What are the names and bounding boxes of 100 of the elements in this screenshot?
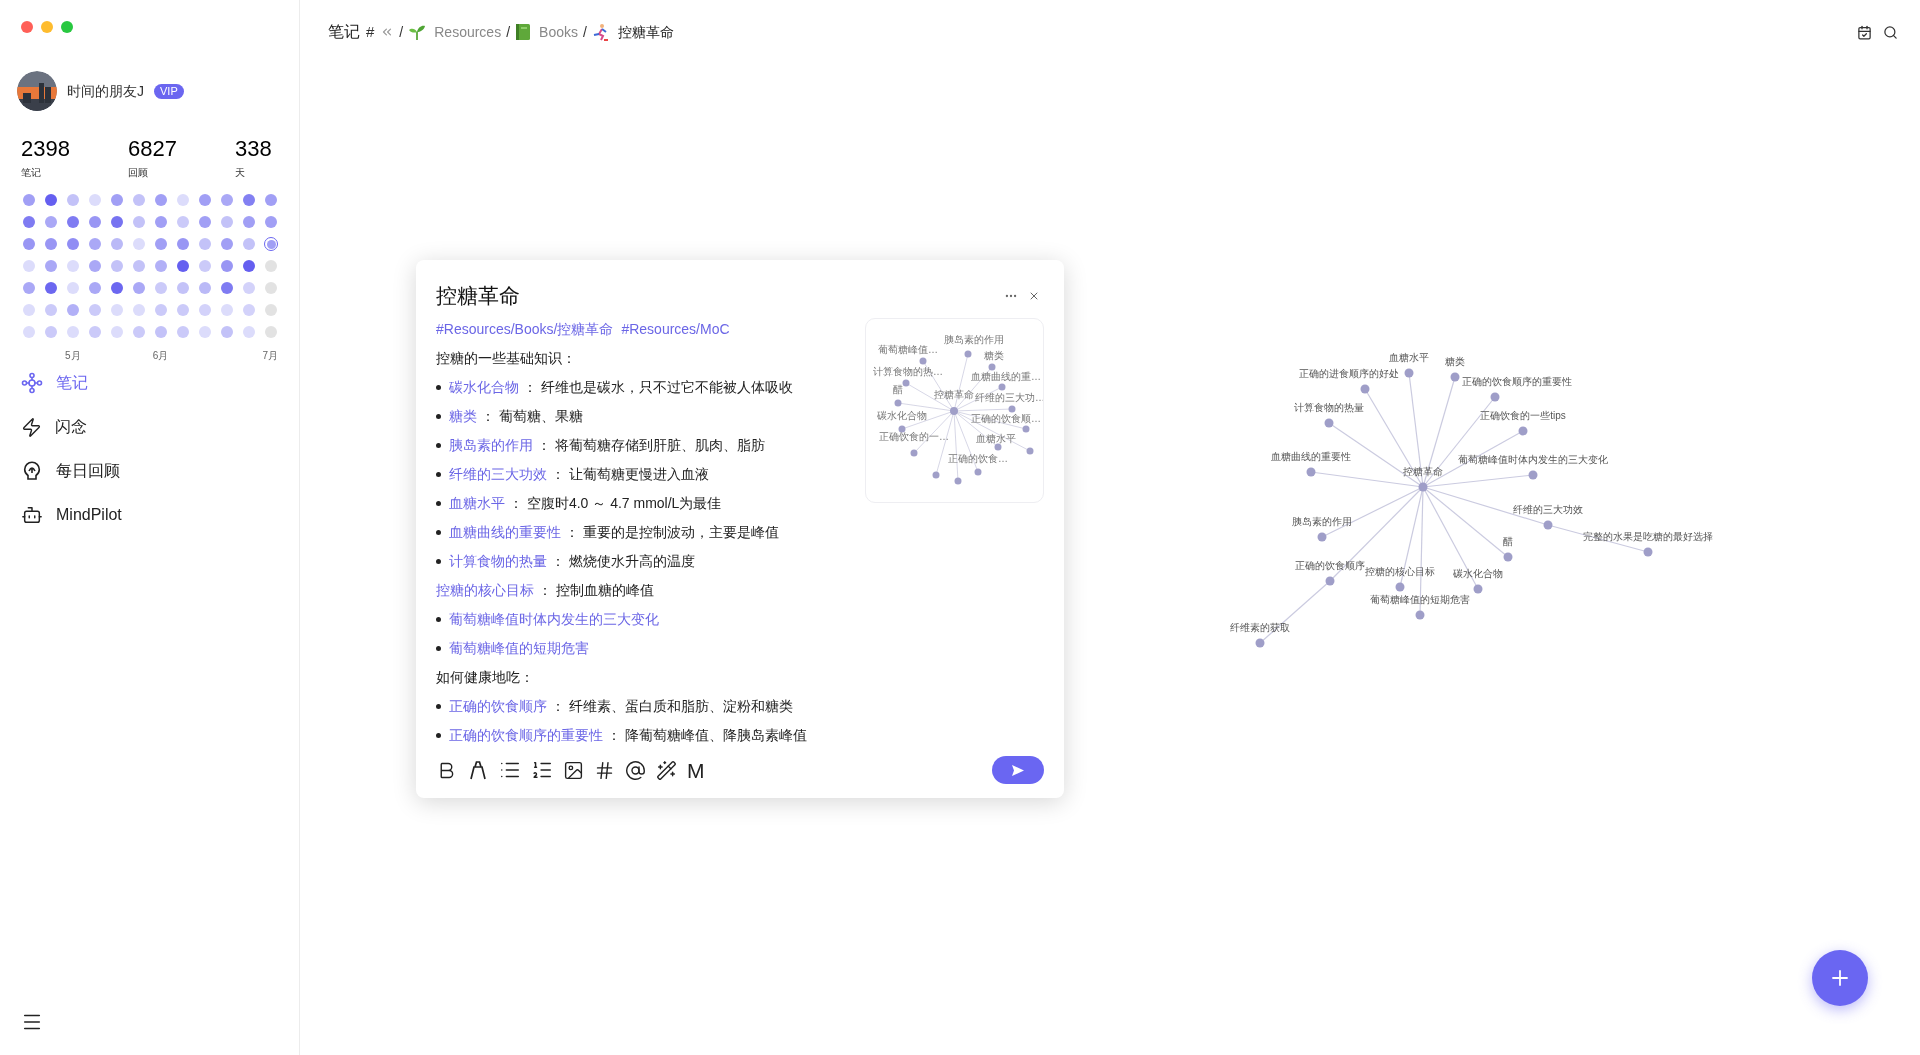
note-link[interactable]: 计算食物的热量 [449, 550, 547, 572]
graph-preview[interactable]: 胰岛素的作用 葡萄糖峰值… 糖类 计算食物的热… 血糖曲线的重… 醋 控糖革命纤维的三大功… 碳水化合物 正确的饮食顺… 正确饮食的一… 血糖水平 正确的饮食… [865, 317, 1044, 503]
note-link[interactable]: 正确的饮食顺序的重要性 [449, 724, 603, 746]
hash-icon[interactable] [594, 759, 615, 781]
note-link[interactable]: 糖类 [449, 405, 477, 427]
nav-item[interactable]: MindPilot [21, 503, 278, 527]
add-button[interactable] [1812, 950, 1868, 1006]
node-label: 完整的水果是吃糖的最好选择 [1583, 531, 1713, 542]
avatar[interactable] [17, 71, 57, 111]
graph-node[interactable] [1490, 392, 1500, 402]
graph-node[interactable] [1543, 520, 1553, 530]
note-text: ： 将葡萄糖存储到肝脏、肌肉、脂肪 [537, 435, 765, 455]
graph-node[interactable] [1518, 426, 1528, 436]
note-text: ： 让葡萄糖更慢进入血液 [551, 464, 709, 484]
graph-node[interactable] [1360, 384, 1370, 394]
month-label: 6月 [152, 349, 170, 363]
graph-node[interactable] [1528, 470, 1538, 480]
node-label: 葡萄糖峰值… [878, 343, 938, 355]
breadcrumb-separator: / [399, 22, 404, 42]
lightbulb-icon [21, 460, 43, 482]
nav-item[interactable]: 笔记 [21, 371, 278, 395]
graph-node[interactable] [1325, 576, 1335, 586]
tag-link[interactable]: #Resources/Books/控糖革命 [436, 317, 614, 340]
node-label: 葡萄糖峰值时体内发生的三大变化 [1458, 454, 1608, 465]
note-link[interactable]: 纤维的三大功效 [449, 463, 547, 485]
graph-node[interactable] [1450, 372, 1460, 382]
note-link[interactable]: 血糖曲线的重要性 [449, 521, 561, 543]
node-label: 碳水化合物 [1453, 568, 1503, 579]
tag-link[interactable]: #Resources/MoC [621, 317, 730, 340]
bullet-icon [436, 413, 441, 419]
magic-wand-icon[interactable] [656, 759, 677, 781]
nav-item[interactable]: 每日回顾 [21, 459, 278, 483]
bullet-icon [436, 645, 441, 651]
graph-node[interactable] [1404, 368, 1414, 378]
search-icon[interactable] [1883, 24, 1898, 40]
bullet-icon [436, 529, 441, 535]
graph-node [988, 363, 996, 370]
node-label: 葡萄糖峰值的短期危害 [1370, 594, 1470, 605]
node-label: 血糖水平 [1389, 352, 1429, 363]
markdown-button[interactable]: M [687, 759, 705, 781]
node-label: 糖类 [984, 349, 1004, 361]
graph-node[interactable] [1418, 482, 1428, 492]
node-label: 胰岛素的作用 [1292, 516, 1352, 527]
send-icon [1011, 763, 1025, 777]
breadcrumb-item[interactable]: Books [539, 21, 578, 43]
graph-node [898, 425, 906, 432]
graph-node[interactable] [1503, 552, 1513, 562]
node-label: 正确的进食顺序的好处 [1299, 368, 1399, 379]
graph-node[interactable] [1255, 638, 1265, 648]
breadcrumb-root[interactable]: 笔记 [328, 20, 360, 44]
graph-node [919, 357, 927, 364]
node-label: 计算食物的热… [873, 365, 943, 377]
send-button[interactable] [992, 756, 1044, 784]
node-label: 正确的饮食顺序的重要性 [1462, 376, 1572, 387]
note-text: 控糖的一些基础知识： [436, 348, 576, 368]
graph-node [1008, 405, 1016, 412]
graph-node[interactable] [1324, 418, 1334, 428]
graph-node[interactable] [1395, 582, 1405, 592]
nav-item[interactable]: 闪念 [21, 415, 278, 439]
zoom-button[interactable] [61, 21, 73, 33]
bullet-icon [436, 500, 441, 506]
node-label: 血糖水平 [976, 432, 1016, 444]
note-link[interactable]: 胰岛素的作用 [449, 434, 533, 456]
stat-value: 6827 [128, 135, 178, 163]
calendar-icon[interactable] [1857, 24, 1872, 40]
note-link[interactable]: 葡萄糖峰值的短期危害 [449, 637, 589, 659]
node-label: 胰岛素的作用 [944, 333, 1004, 345]
image-icon[interactable] [563, 759, 584, 781]
hash-symbol[interactable]: # [366, 20, 375, 44]
note-text: ： 葡萄糖、果糖 [481, 406, 583, 426]
node-label: 正确的饮食… [948, 452, 1008, 464]
note-text: ： 重要的是控制波动，主要是峰值 [565, 522, 779, 542]
graph-node[interactable] [1317, 532, 1327, 542]
note-link[interactable]: 控糖的核心目标 [436, 579, 534, 601]
note-link[interactable]: 葡萄糖峰值时体内发生的三大变化 [449, 608, 659, 630]
breadcrumb-item[interactable]: 控糖革命 [617, 21, 674, 43]
pen-icon [467, 759, 489, 781]
graph-node [964, 350, 972, 357]
graph-node [974, 468, 982, 475]
node-label: 糖类 [1445, 356, 1465, 367]
graph-node[interactable] [1473, 584, 1483, 594]
runner-icon [591, 23, 610, 41]
numbered-list-icon[interactable] [531, 759, 553, 781]
node-label: 正确的饮食顺序 [1295, 560, 1365, 571]
sprout-icon [408, 23, 427, 41]
breadcrumb-item[interactable]: Resources [434, 21, 502, 43]
note-link[interactable]: 血糖水平 [449, 492, 505, 514]
node-label: 控糖的核心目标 [1365, 566, 1435, 577]
minimize-button[interactable] [41, 21, 53, 33]
graph-node[interactable] [1415, 610, 1425, 620]
node-label: 正确饮食的一… [879, 430, 949, 442]
graph-node[interactable] [1306, 467, 1316, 477]
note-link[interactable]: 正确的饮食顺序 [449, 695, 547, 717]
node-label: 血糖曲线的重… [971, 370, 1041, 382]
note-link[interactable]: 碳水化合物 [449, 376, 519, 398]
close-button[interactable] [21, 21, 33, 33]
note-text: ： 控制血糖的峰值 [538, 580, 654, 600]
graph-node[interactable] [1643, 547, 1653, 557]
stat-label: 笔记 [21, 166, 42, 180]
mention-icon[interactable] [625, 759, 646, 781]
